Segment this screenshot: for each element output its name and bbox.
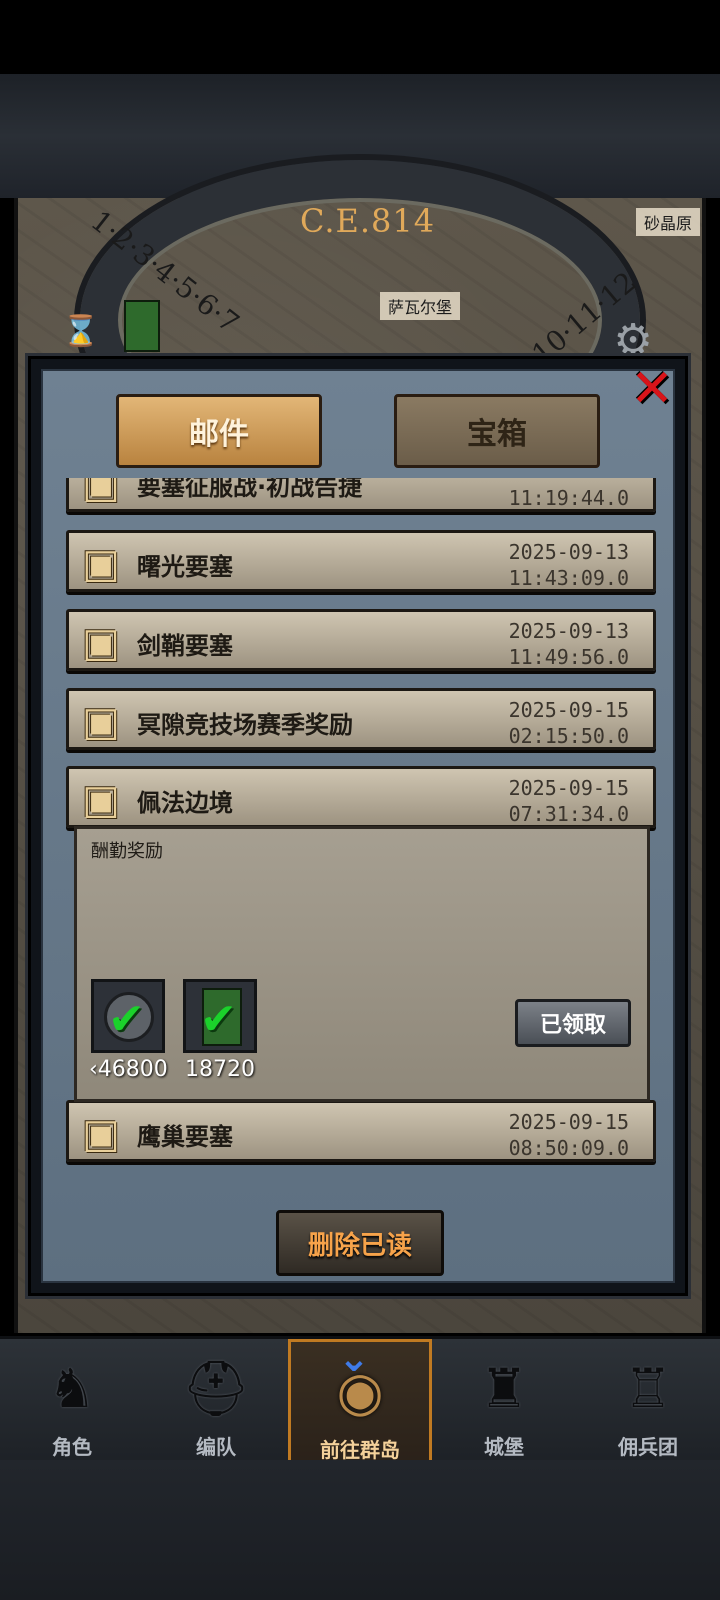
tower-icon: ♖ <box>623 1357 673 1420</box>
chest-icon: ▣ <box>82 620 120 666</box>
mail-title: 曙光要塞 <box>137 553 233 581</box>
chest-icon: ▣ <box>82 777 120 823</box>
nav-item-formation[interactable]: ⛑ 编队 <box>144 1339 288 1469</box>
reward-item[interactable]: ✔ <box>91 979 165 1053</box>
chest-icon: ▣ <box>82 699 120 745</box>
map-location-label[interactable]: 萨瓦尔堡 <box>380 292 461 320</box>
mail-row[interactable]: ▣ 曙光要塞 2025-09-13 11:43:09.0 <box>66 530 656 592</box>
mail-date: 2025-09-15 07:31:34.0 <box>508 776 629 826</box>
nav-label: 编队 <box>196 1435 236 1459</box>
nav-label: 城堡 <box>484 1435 524 1459</box>
nav-item-mercenary[interactable]: ♖ 佣兵团 <box>576 1339 720 1469</box>
nav-item-castle[interactable]: ♜ 城堡 <box>432 1339 576 1469</box>
check-icon: ✔ <box>108 994 145 1045</box>
reward-quantity: ‹46800 <box>89 1057 168 1082</box>
mail-body-text: 酬勤奖励 <box>91 841 163 862</box>
castle-icon: ♜ <box>479 1357 529 1420</box>
mail-date: 11:19:44.0 <box>508 486 629 510</box>
mail-detail: 酬勤奖励 ✔ ‹46800 ✔ 18720 已领取 <box>74 826 650 1102</box>
reward-quantity: 18720 <box>185 1057 255 1082</box>
mail-title: 剑鞘要塞 <box>137 632 233 660</box>
guild-banner-icon[interactable] <box>124 300 160 352</box>
nav-label: 佣兵团 <box>618 1435 678 1459</box>
nav-item-role[interactable]: ♞ 角色 <box>0 1339 144 1469</box>
helmet-icon: ⛑ <box>181 1357 251 1420</box>
globe-icon: ◉ <box>336 1360 384 1423</box>
mail-title: 鹰巢要塞 <box>137 1123 233 1151</box>
hourglass-icon[interactable]: ⌛ <box>62 314 99 354</box>
mail-date: 2025-09-15 08:50:09.0 <box>508 1110 629 1160</box>
mail-date: 2025-09-13 11:49:56.0 <box>508 619 629 669</box>
claimed-button[interactable]: 已领取 <box>515 999 631 1047</box>
tab-mail[interactable]: 邮件 <box>116 394 322 468</box>
knight-icon: ♞ <box>47 1357 97 1420</box>
reward-item[interactable]: ✔ <box>183 979 257 1053</box>
mail-title: 冥隙竞技场赛季奖励 <box>137 711 353 739</box>
nav-item-islands[interactable]: ⌄ ◉ 前往群岛 <box>288 1336 432 1469</box>
mail-row[interactable]: ▣ 要塞征服战·初战告捷 11:19:44.0 <box>66 478 656 512</box>
nav-label: 前往群岛 <box>320 1438 400 1462</box>
chest-icon: ▣ <box>82 478 120 507</box>
mail-row-selected[interactable]: ▣ 佩法边境 2025-09-15 07:31:34.0 <box>66 766 656 828</box>
mail-row[interactable]: ▣ 冥隙竞技场赛季奖励 2025-09-15 02:15:50.0 <box>66 688 656 750</box>
bottom-band <box>0 1460 720 1600</box>
chest-icon: ▣ <box>82 1111 120 1157</box>
mail-date: 2025-09-13 11:43:09.0 <box>508 540 629 590</box>
mail-title: 佩法边境 <box>137 789 233 817</box>
mail-title: 要塞征服战·初战告捷 <box>137 478 363 501</box>
close-icon[interactable]: ✕ <box>628 362 676 416</box>
mail-date: 2025-09-15 02:15:50.0 <box>508 698 629 748</box>
bottom-nav: ♞ 角色 ⛑ 编队 ⌄ ◉ 前往群岛 ♜ 城堡 ♖ 佣兵团 <box>0 1336 720 1469</box>
status-bar <box>0 0 720 74</box>
chest-icon: ▣ <box>82 541 120 587</box>
nav-label: 角色 <box>52 1435 92 1459</box>
delete-read-button[interactable]: 删除已读 <box>276 1210 444 1276</box>
calendar-year: C.E.814 <box>300 202 436 240</box>
mail-row[interactable]: ▣ 鹰巢要塞 2025-09-15 08:50:09.0 <box>66 1100 656 1162</box>
check-icon: ✔ <box>200 994 237 1045</box>
tab-chest[interactable]: 宝箱 <box>394 394 600 468</box>
map-corner-label[interactable]: 砂晶原 <box>636 208 701 236</box>
mail-row[interactable]: ▣ 剑鞘要塞 2025-09-13 11:49:56.0 <box>66 609 656 671</box>
